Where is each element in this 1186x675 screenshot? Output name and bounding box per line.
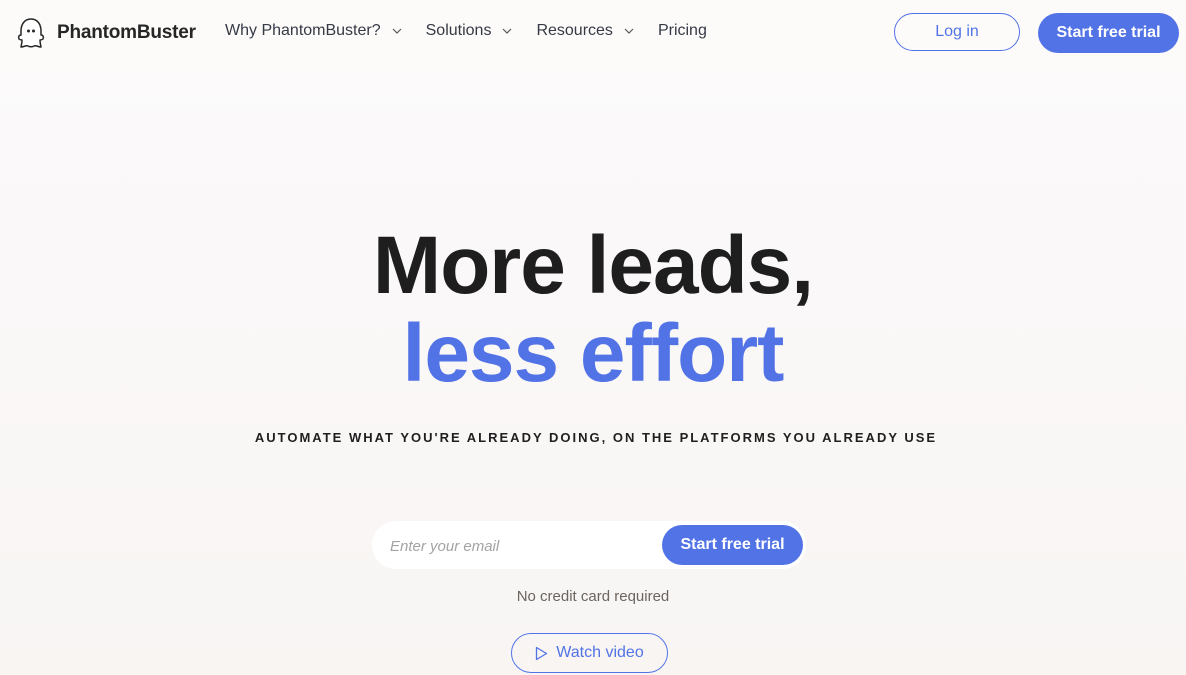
form-start-free-trial-button[interactable]: Start free trial bbox=[662, 525, 803, 565]
email-signup-form: Start free trial bbox=[372, 521, 806, 571]
chevron-down-icon bbox=[503, 28, 512, 34]
watch-video-button[interactable]: Watch video bbox=[511, 633, 668, 673]
chevron-down-icon bbox=[392, 28, 402, 34]
nav-item-why-phantombuster[interactable]: Why PhantomBuster? bbox=[225, 22, 402, 40]
start-free-trial-button[interactable]: Start free trial bbox=[1038, 13, 1179, 53]
nav-item-label: Pricing bbox=[657, 22, 707, 39]
login-button[interactable]: Log in bbox=[894, 13, 1020, 51]
ghost-icon bbox=[17, 18, 45, 48]
no-credit-card-note: No credit card required bbox=[516, 588, 670, 605]
brand-name: PhantomBuster bbox=[57, 22, 196, 43]
hero-title-line2: less effort bbox=[402, 308, 785, 399]
nav-item-solutions[interactable]: Solutions bbox=[426, 22, 513, 40]
nav-item-label: Why PhantomBuster? bbox=[225, 22, 381, 39]
hero-title: More leads, less effort bbox=[0, 222, 1186, 398]
nav-item-pricing[interactable]: Pricing bbox=[658, 22, 707, 40]
brand-logo-link[interactable]: PhantomBuster bbox=[16, 17, 196, 49]
watch-video-label: Watch video bbox=[556, 644, 644, 661]
nav-item-label: Resources bbox=[536, 22, 613, 39]
hero-subtitle: AUTOMATE WHAT YOU'RE ALREADY DOING, ON T… bbox=[254, 430, 938, 445]
email-input[interactable] bbox=[388, 521, 662, 571]
nav-item-label: Solutions bbox=[425, 22, 492, 39]
top-navigation: PhantomBuster Why PhantomBuster? Solutio… bbox=[0, 0, 1186, 65]
nav-item-resources[interactable]: Resources bbox=[536, 22, 634, 40]
chevron-down-icon bbox=[624, 28, 634, 34]
play-icon bbox=[536, 646, 548, 660]
hero-title-line1: More leads, bbox=[372, 220, 814, 311]
nav-menu: Why PhantomBuster? Solutions Resources P… bbox=[225, 22, 731, 40]
